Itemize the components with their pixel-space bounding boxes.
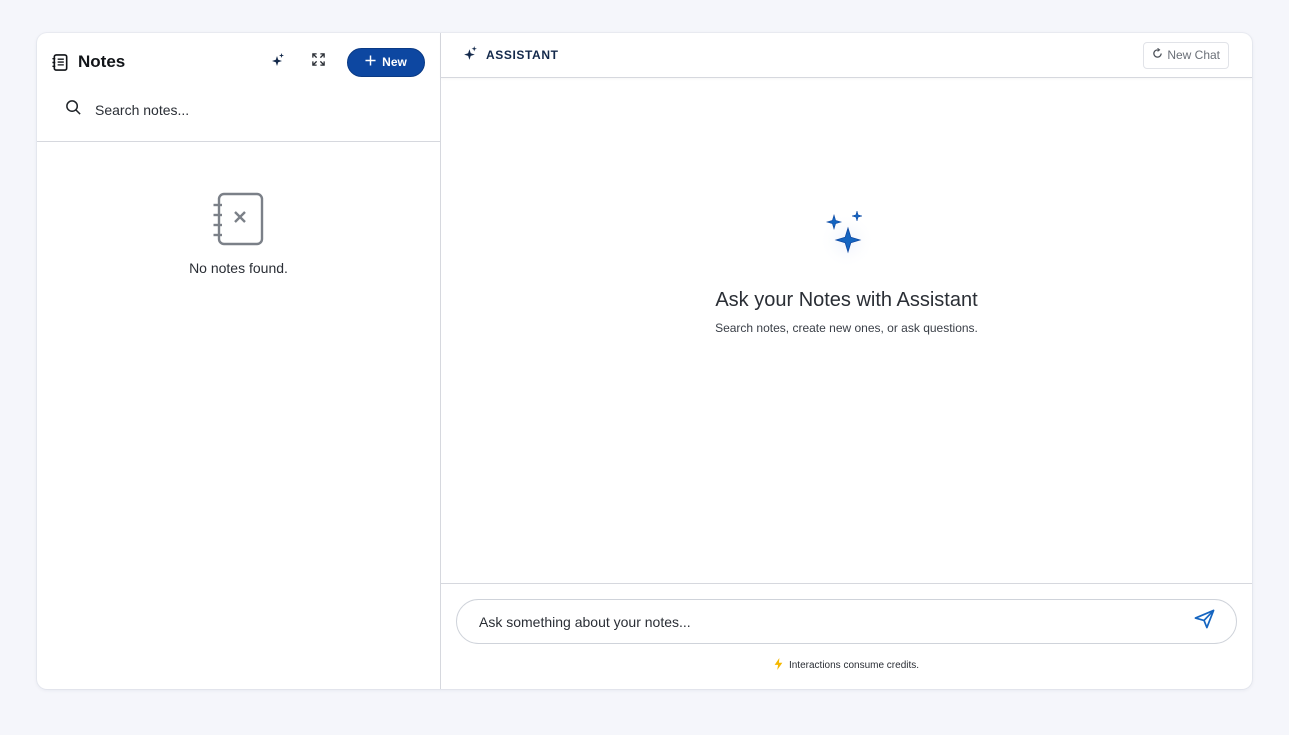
- send-button[interactable]: [1192, 609, 1216, 634]
- search-notes-input[interactable]: [95, 102, 395, 118]
- notes-title-row: Notes New: [51, 47, 425, 77]
- credits-note-text: Interactions consume credits.: [788, 660, 920, 671]
- sparkle-icon: [271, 52, 285, 73]
- assistant-panel: ASSISTANT New Chat Ask your Notes with A…: [441, 33, 1252, 689]
- notes-list-icon: [51, 53, 70, 72]
- chat-input-container: [456, 599, 1237, 644]
- notes-title: Notes: [51, 52, 125, 72]
- notes-title-label: Notes: [78, 52, 126, 71]
- chat-input[interactable]: [479, 613, 1192, 630]
- expand-icon: [311, 52, 326, 72]
- assistant-title-label: ASSISTANT: [486, 48, 559, 62]
- sparkle-icon: [463, 45, 478, 65]
- empty-notes-state: No notes found.: [37, 191, 440, 276]
- new-note-button[interactable]: New: [347, 47, 425, 77]
- credits-note: Interactions consume credits.: [441, 658, 1252, 673]
- welcome-heading: Ask your Notes with Assistant: [715, 289, 978, 311]
- notebook-x-icon: [212, 191, 266, 252]
- notes-header-actions: New: [266, 47, 425, 77]
- assistant-conversation: Ask your Notes with Assistant Search not…: [441, 78, 1252, 583]
- sparkles-icon: [817, 206, 877, 271]
- empty-notes-message: No notes found.: [189, 260, 288, 276]
- sparkle-button[interactable]: [266, 50, 290, 74]
- notes-header: Notes New Search notes...: [37, 33, 440, 142]
- welcome-subtitle: Search notes, create new ones, or ask qu…: [715, 321, 978, 335]
- notes-search: [65, 99, 424, 121]
- chat-composer: Interactions consume credits.: [441, 583, 1252, 689]
- search-icon: [65, 99, 82, 121]
- expand-button[interactable]: [306, 50, 330, 74]
- lightning-icon: [774, 658, 783, 673]
- send-icon: [1194, 609, 1215, 634]
- refresh-icon: [1152, 47, 1163, 62]
- plus-icon: [365, 55, 376, 69]
- app-window: Notes New Search notes... No notes found…: [37, 33, 1252, 689]
- assistant-welcome: Ask your Notes with Assistant Search not…: [441, 206, 1252, 335]
- new-chat-button[interactable]: New Chat: [1143, 41, 1229, 69]
- assistant-header: ASSISTANT New Chat: [441, 33, 1252, 78]
- new-button-label: New: [382, 55, 407, 69]
- assistant-title: ASSISTANT: [463, 45, 559, 65]
- notes-panel: Notes New Search notes... No notes found…: [37, 33, 441, 689]
- new-chat-label: New Chat: [1167, 48, 1220, 62]
